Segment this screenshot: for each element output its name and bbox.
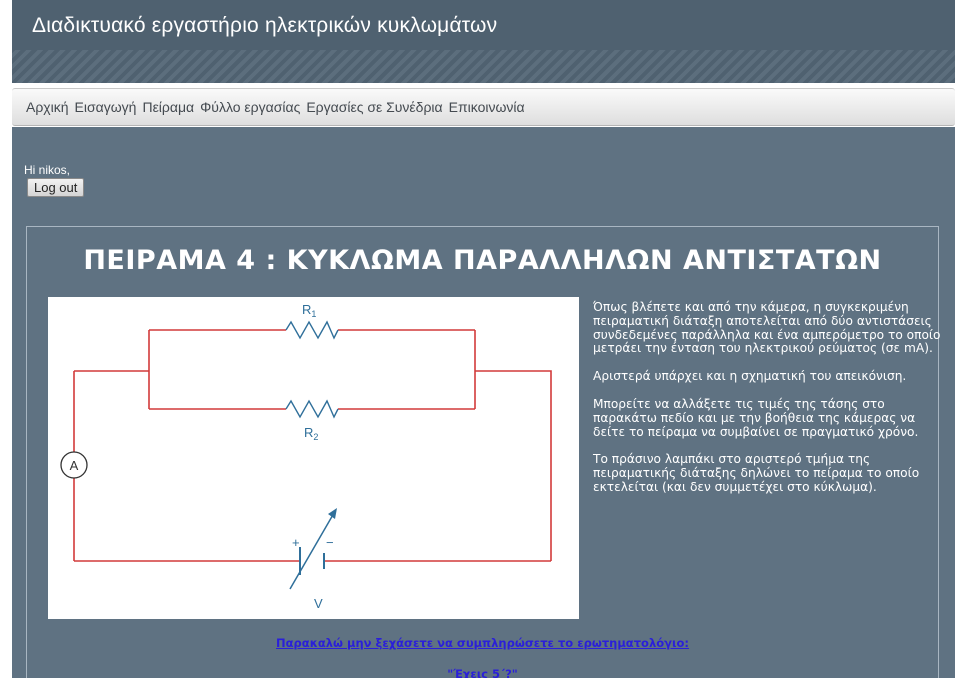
description-paragraph: Το πράσινο λαμπάκι στο αριστερό τμήμα τη… (593, 452, 920, 494)
survey-title-link[interactable]: "Έχεις 5΄?" (27, 667, 938, 678)
description-paragraph: Μπορείτε να αλλάξετε τις τιμές της τάσης… (593, 396, 919, 439)
site-header: Διαδικτυακό εργαστήριο ηλεκτρικών κυκλωμ… (12, 0, 955, 83)
nav-item-worksheet[interactable]: Φύλλο εργασίας (200, 99, 300, 115)
experiment-title: ΠΕΙΡΑΜΑ 4 : ΚΥΚΛΩΜΑ ΠΑΡΑΛΛΗΛΩΝ ΑΝΤΙΣΤΑΤΩ… (83, 245, 882, 276)
r1-label: R1 (302, 302, 316, 319)
description-paragraph: Αριστερά υπάρχει και η σχηματική του απε… (593, 369, 907, 384)
resistor-r2 (285, 399, 339, 419)
source-plus-label: + (292, 535, 300, 550)
circuit-wires (73, 329, 552, 562)
nav-item-home[interactable]: Αρχική (26, 99, 69, 115)
nav-item-contact[interactable]: Επικοινωνία (449, 99, 525, 115)
survey-link[interactable]: Παρακαλώ μην ξεχάσετε να συμπληρώσετε το… (27, 636, 938, 650)
r2-label: R2 (304, 425, 318, 442)
main-content: Hi nikos, Log out ΠΕΙΡΑΜΑ 4 : ΚΥΚΛΩΜΑ ΠΑ… (12, 127, 955, 678)
nav-item-experiment[interactable]: Πείραμα (142, 99, 194, 115)
circuit-diagram: R1 R2 A + − V (48, 297, 579, 619)
experiment-description: Όπως βλέπετε και από την κάμερα, η συγκε… (593, 300, 943, 509)
wire-right (475, 370, 552, 561)
ammeter-label: A (70, 458, 79, 473)
source-minus-label: − (326, 535, 334, 550)
nav-item-introduction[interactable]: Εισαγωγή (75, 99, 137, 115)
main-navigation: Αρχική Εισαγωγή Πείραμα Φύλλο εργασίας Ε… (12, 88, 955, 126)
experiment-panel: ΠΕΙΡΑΜΑ 4 : ΚΥΚΛΩΜΑ ΠΑΡΑΛΛΗΛΩΝ ΑΝΤΙΣΤΑΤΩ… (26, 226, 941, 678)
logout-button[interactable]: Log out (27, 178, 85, 197)
description-paragraph: Όπως βλέπετε και από την κάμερα, η συγκε… (593, 300, 941, 356)
nav-item-conference-papers[interactable]: Εργασίες σε Συνέδρια (306, 99, 442, 115)
resistor-r1 (285, 320, 339, 340)
header-stripe-band (12, 50, 955, 83)
site-title: Διαδικτυακό εργαστήριο ηλεκτρικών κυκλωμ… (32, 14, 498, 37)
user-greeting: Hi nikos, (24, 163, 71, 177)
circuit-svg: R1 R2 A + − V (60, 302, 552, 611)
source-label: V (314, 596, 323, 611)
